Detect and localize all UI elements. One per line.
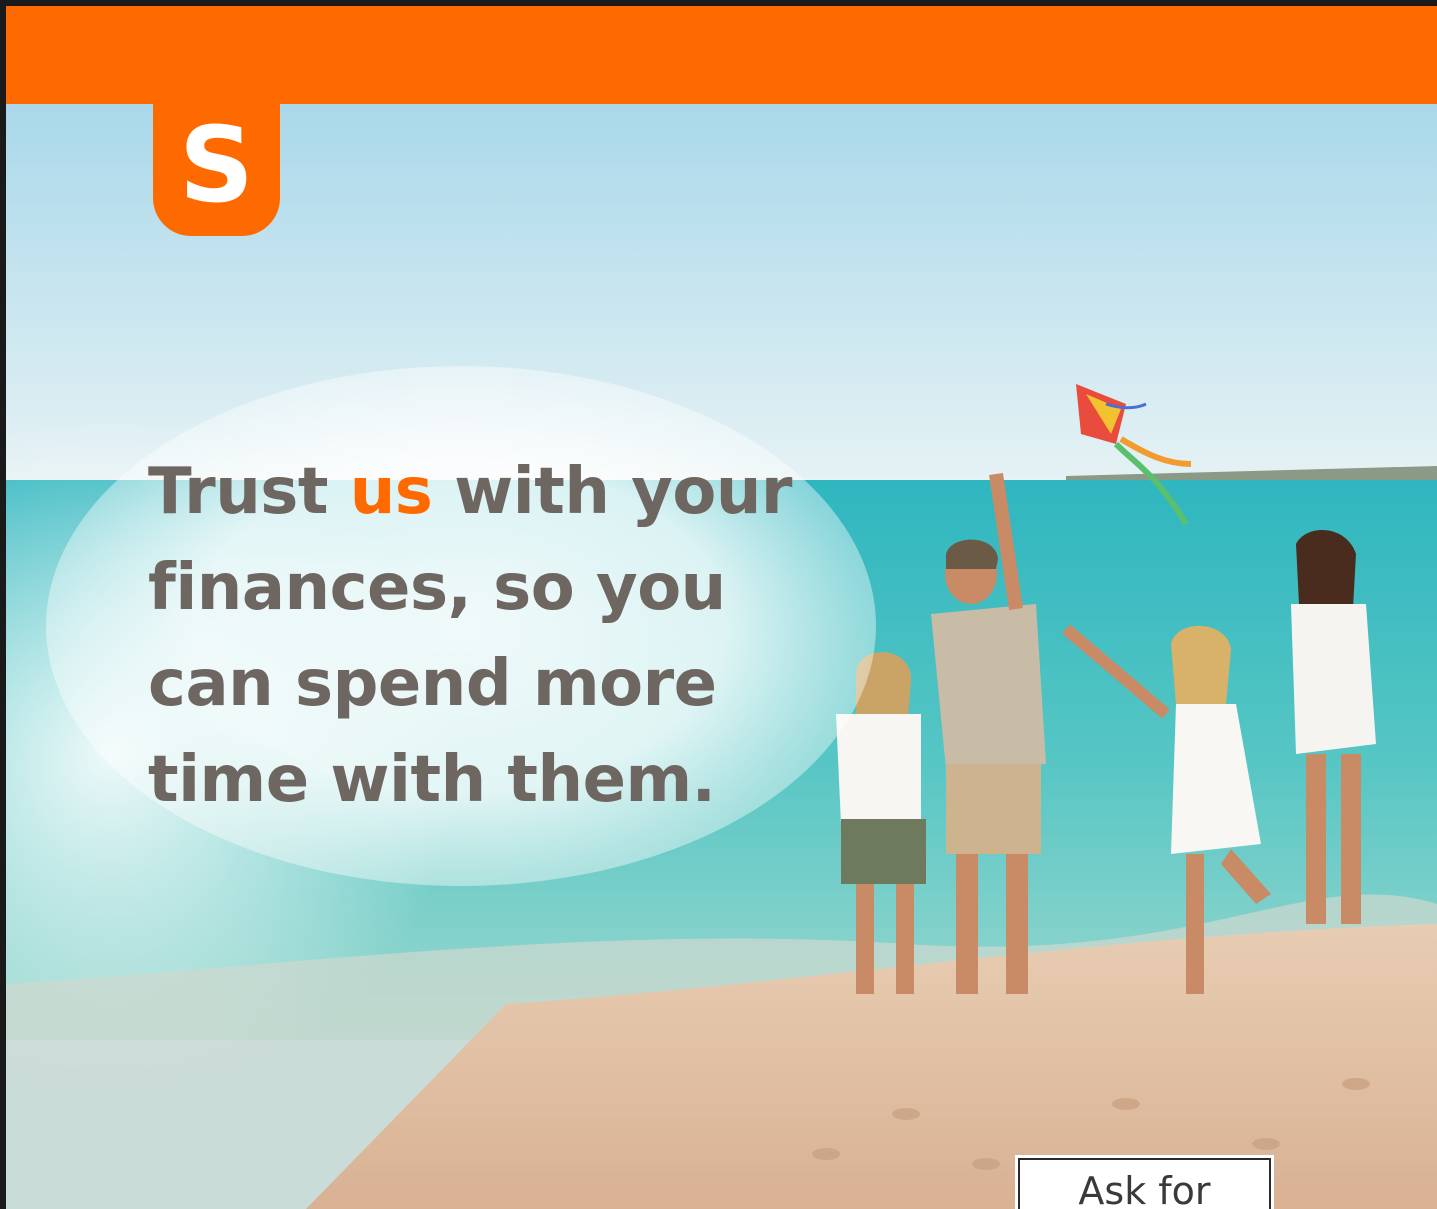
headline-highlight: us	[349, 455, 433, 529]
ad-frame: S Trust us with your finances, so you ca…	[6, 6, 1437, 1209]
ask-for-label: Ask for	[1078, 1169, 1211, 1209]
ask-for-button[interactable]: Ask for	[1015, 1155, 1274, 1209]
brand-logo: S	[153, 104, 280, 236]
headline-line3: can spend more	[148, 647, 717, 721]
top-brand-bar	[6, 6, 1437, 104]
headline-part1: Trust	[148, 455, 350, 529]
headline-part2: with your	[432, 455, 792, 529]
headline-line2: finances, so you	[148, 551, 726, 625]
headline-line4: time with them.	[148, 743, 716, 817]
logo-letter: S	[179, 104, 254, 226]
headline: Trust us with your finances, so you can …	[148, 444, 828, 828]
